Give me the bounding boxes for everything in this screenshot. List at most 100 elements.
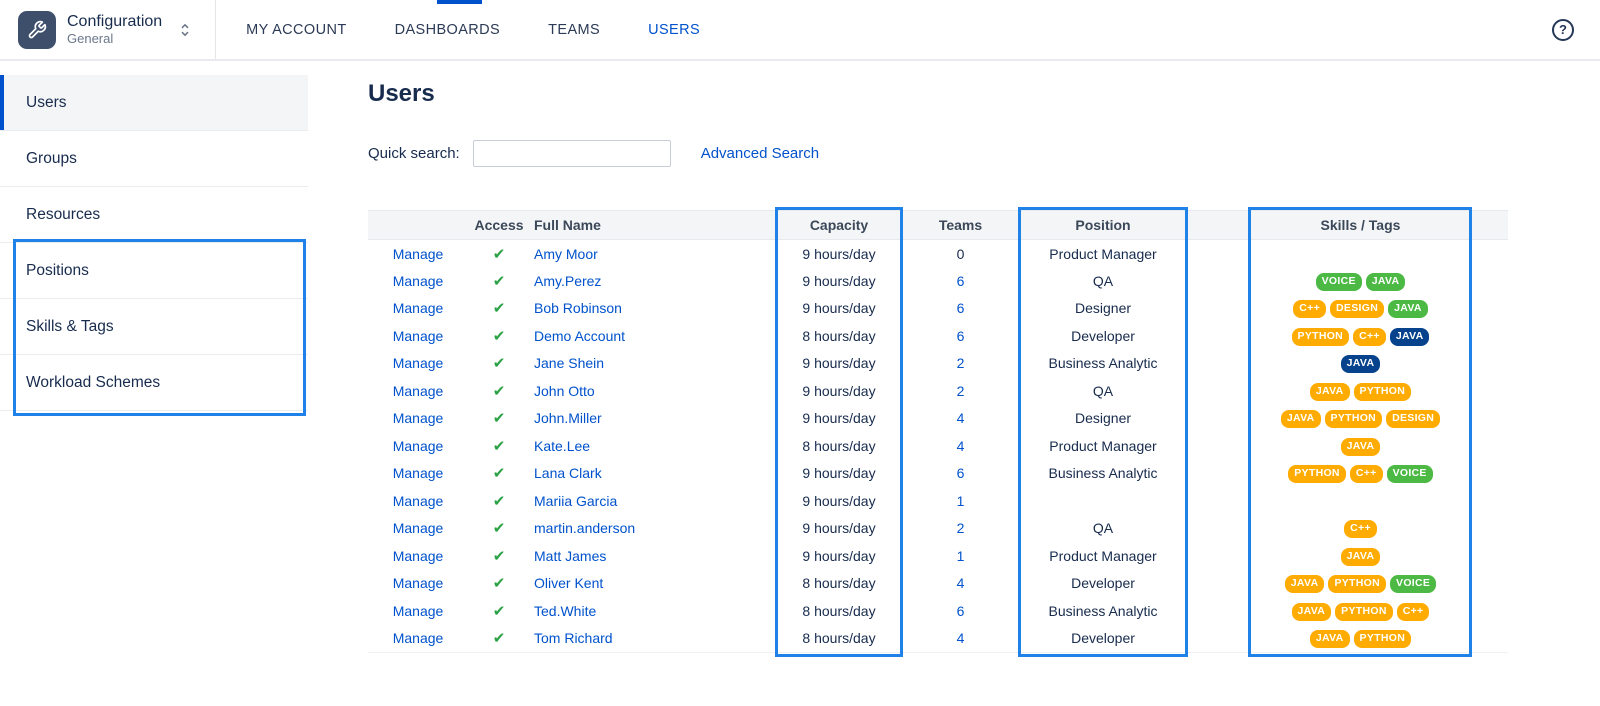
trail-cell bbox=[1468, 570, 1508, 598]
trail-cell bbox=[1468, 405, 1508, 433]
user-name-link[interactable]: Amy Moor bbox=[534, 246, 598, 262]
user-name-link[interactable]: Jane Shein bbox=[534, 355, 604, 371]
teams-count-link[interactable]: 4 bbox=[957, 575, 965, 591]
sidebar-item-label: Groups bbox=[26, 150, 77, 168]
skill-tag: PYTHON bbox=[1292, 328, 1350, 346]
table-row: Manage✔Amy.Perez9 hours/day6QAVOICEJAVA bbox=[368, 267, 1508, 295]
table-row: Manage✔Bob Robinson9 hours/day6DesignerC… bbox=[368, 295, 1508, 323]
user-name-link[interactable]: Kate.Lee bbox=[534, 438, 590, 454]
user-name-link[interactable]: Bob Robinson bbox=[534, 300, 622, 316]
trail-cell bbox=[1468, 322, 1508, 350]
teams-count: 0 bbox=[898, 240, 1023, 268]
sidebar: Users Groups Resources PositionsSkills & Ta… bbox=[0, 75, 308, 411]
manage-link[interactable]: Manage bbox=[393, 355, 444, 371]
teams-count-link[interactable]: 6 bbox=[957, 328, 965, 344]
access-check-icon: ✔ bbox=[493, 383, 506, 400]
teams-count-link[interactable]: 6 bbox=[957, 603, 965, 619]
skill-tag: JAVA bbox=[1292, 603, 1332, 621]
position-cell bbox=[1023, 487, 1183, 515]
manage-link[interactable]: Manage bbox=[393, 575, 444, 591]
sidebar-item-label: Resources bbox=[26, 206, 100, 224]
capacity-cell: 8 hours/day bbox=[780, 597, 898, 625]
quick-search-label: Quick search: bbox=[368, 145, 460, 162]
gap-cell bbox=[1183, 350, 1253, 378]
nav-tab-my-account[interactable]: MY ACCOUNT bbox=[246, 22, 346, 38]
sidebar-item-workload-schemes[interactable]: Workload Schemes bbox=[0, 355, 308, 411]
col-gap bbox=[1183, 211, 1253, 240]
table-row: Manage✔martin.anderson9 hours/day2QAC++ bbox=[368, 515, 1508, 543]
skill-tags-group: C++DESIGNJAVA bbox=[1293, 300, 1427, 318]
manage-link[interactable]: Manage bbox=[393, 438, 444, 454]
capacity-cell: 9 hours/day bbox=[780, 405, 898, 433]
capacity-cell: 8 hours/day bbox=[780, 570, 898, 598]
app-switcher[interactable]: Configuration General bbox=[0, 11, 205, 49]
manage-link[interactable]: Manage bbox=[393, 328, 444, 344]
manage-link[interactable]: Manage bbox=[393, 300, 444, 316]
sidebar-item-positions[interactable]: Positions bbox=[0, 243, 308, 299]
help-icon[interactable]: ? bbox=[1552, 19, 1574, 41]
position-cell: QA bbox=[1023, 377, 1183, 405]
teams-count-link[interactable]: 2 bbox=[957, 383, 965, 399]
user-name-link[interactable]: Ted.White bbox=[534, 603, 596, 619]
teams-count-link[interactable]: 6 bbox=[957, 273, 965, 289]
trail-cell bbox=[1468, 542, 1508, 570]
access-check-icon: ✔ bbox=[493, 438, 506, 455]
teams-count-link[interactable]: 2 bbox=[957, 520, 965, 536]
table-header-row: Access Full Name Capacity Teams Position… bbox=[368, 211, 1508, 240]
manage-link[interactable]: Manage bbox=[393, 603, 444, 619]
position-cell: QA bbox=[1023, 267, 1183, 295]
sidebar-item-users[interactable]: Users bbox=[0, 75, 308, 131]
user-name-link[interactable]: Mariia Garcia bbox=[534, 493, 617, 509]
skill-tag: JAVA bbox=[1390, 328, 1430, 346]
sidebar-item-label: Users bbox=[26, 94, 66, 112]
manage-link[interactable]: Manage bbox=[393, 465, 444, 481]
divider bbox=[215, 0, 216, 60]
col-full-name: Full Name bbox=[530, 211, 780, 240]
teams-count-link[interactable]: 6 bbox=[957, 465, 965, 481]
skill-tag: JAVA bbox=[1310, 383, 1350, 401]
manage-link[interactable]: Manage bbox=[393, 246, 444, 262]
capacity-cell: 9 hours/day bbox=[780, 542, 898, 570]
teams-count-link[interactable]: 6 bbox=[957, 300, 965, 316]
skill-tag: JAVA bbox=[1388, 300, 1428, 318]
manage-link[interactable]: Manage bbox=[393, 630, 444, 646]
user-name-link[interactable]: John.Miller bbox=[534, 410, 602, 426]
gap-cell bbox=[1183, 267, 1253, 295]
manage-link[interactable]: Manage bbox=[393, 383, 444, 399]
user-name-link[interactable]: martin.anderson bbox=[534, 520, 635, 536]
table-row: Manage✔Kate.Lee8 hours/day4Product Manag… bbox=[368, 432, 1508, 460]
gap-cell bbox=[1183, 405, 1253, 433]
col-teams: Teams bbox=[898, 211, 1023, 240]
trail-cell bbox=[1468, 460, 1508, 488]
teams-count-link[interactable]: 1 bbox=[957, 548, 965, 564]
manage-link[interactable]: Manage bbox=[393, 520, 444, 536]
sidebar-item-skills-tags[interactable]: Skills & Tags bbox=[0, 299, 308, 355]
manage-link[interactable]: Manage bbox=[393, 410, 444, 426]
quick-search-input[interactable] bbox=[473, 140, 671, 167]
teams-count-link[interactable]: 1 bbox=[957, 493, 965, 509]
teams-count-link[interactable]: 4 bbox=[957, 438, 965, 454]
manage-link[interactable]: Manage bbox=[393, 493, 444, 509]
teams-count-link[interactable]: 4 bbox=[957, 410, 965, 426]
nav-tab-teams[interactable]: TEAMS bbox=[548, 22, 600, 38]
nav-tab-users[interactable]: USERS bbox=[648, 22, 700, 38]
advanced-search-link[interactable]: Advanced Search bbox=[701, 145, 819, 162]
manage-link[interactable]: Manage bbox=[393, 548, 444, 564]
user-name-link[interactable]: John Otto bbox=[534, 383, 595, 399]
user-name-link[interactable]: Lana Clark bbox=[534, 465, 602, 481]
app-subtitle: General bbox=[67, 31, 162, 47]
teams-count-link[interactable]: 4 bbox=[957, 630, 965, 646]
capacity-cell: 9 hours/day bbox=[780, 350, 898, 378]
manage-link[interactable]: Manage bbox=[393, 273, 444, 289]
sidebar-item-resources[interactable]: Resources bbox=[0, 187, 308, 243]
chevron-updown-icon[interactable] bbox=[177, 21, 193, 39]
user-name-link[interactable]: Matt James bbox=[534, 548, 606, 564]
user-name-link[interactable]: Demo Account bbox=[534, 328, 625, 344]
skill-tag: PYTHON bbox=[1335, 603, 1393, 621]
teams-count-link[interactable]: 2 bbox=[957, 355, 965, 371]
user-name-link[interactable]: Tom Richard bbox=[534, 630, 613, 646]
user-name-link[interactable]: Amy.Perez bbox=[534, 273, 601, 289]
sidebar-item-groups[interactable]: Groups bbox=[0, 131, 308, 187]
nav-tab-dashboards[interactable]: DASHBOARDS bbox=[395, 22, 501, 38]
user-name-link[interactable]: Oliver Kent bbox=[534, 575, 603, 591]
